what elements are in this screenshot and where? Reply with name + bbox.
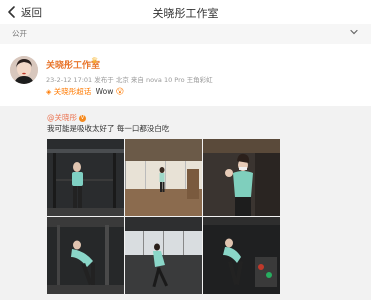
avatar[interactable]: [10, 56, 38, 84]
retweet-author-row: @关晓彤 V: [47, 112, 86, 123]
super-topic-icon: ◈: [46, 88, 52, 96]
retweet-author[interactable]: @关晓彤: [47, 113, 77, 122]
crown-badge-icon: ♛: [91, 56, 99, 65]
gym-photo-3: [203, 139, 280, 216]
visibility-bar: [0, 24, 371, 44]
super-topic-link[interactable]: 关晓彤超话: [54, 87, 92, 96]
retweet-photo[interactable]: [203, 139, 280, 216]
chevron-down-icon[interactable]: [349, 27, 359, 37]
retweet-photo[interactable]: [125, 139, 202, 216]
post-source: 发布于 北京 来自 nova 10 Pro 王角彩虹: [94, 76, 213, 84]
avatar-image: [10, 56, 38, 84]
retweet-photo[interactable]: [47, 139, 124, 216]
retweet-photo[interactable]: [47, 217, 124, 294]
gym-photo-6: [203, 217, 280, 294]
surprised-emoji-icon: 😮: [115, 87, 125, 96]
page-title: 关晓彤工作室: [152, 7, 219, 20]
gym-photo-2: [125, 139, 202, 216]
verified-badge-icon: V: [79, 114, 86, 122]
retweet-photo[interactable]: [203, 217, 280, 294]
gym-photo-5: [125, 217, 202, 294]
post-meta: 23-2-12 17:01 发布于 北京 来自 nova 10 Pro 王角彩虹: [46, 74, 213, 84]
retweet-photo[interactable]: [125, 217, 202, 294]
post-content-row: ◈ 关晓彤超话 Wow 😮: [46, 86, 124, 97]
gym-photo-1: [47, 139, 124, 216]
retweet-text: 我可能是吸收太好了 每一口都没白吃: [47, 124, 170, 133]
post-timestamp: 23-2-12 17:01: [46, 76, 93, 84]
post-text: Wow: [95, 87, 114, 96]
visibility-label: 公开: [12, 29, 27, 38]
gym-photo-4: [47, 217, 124, 294]
